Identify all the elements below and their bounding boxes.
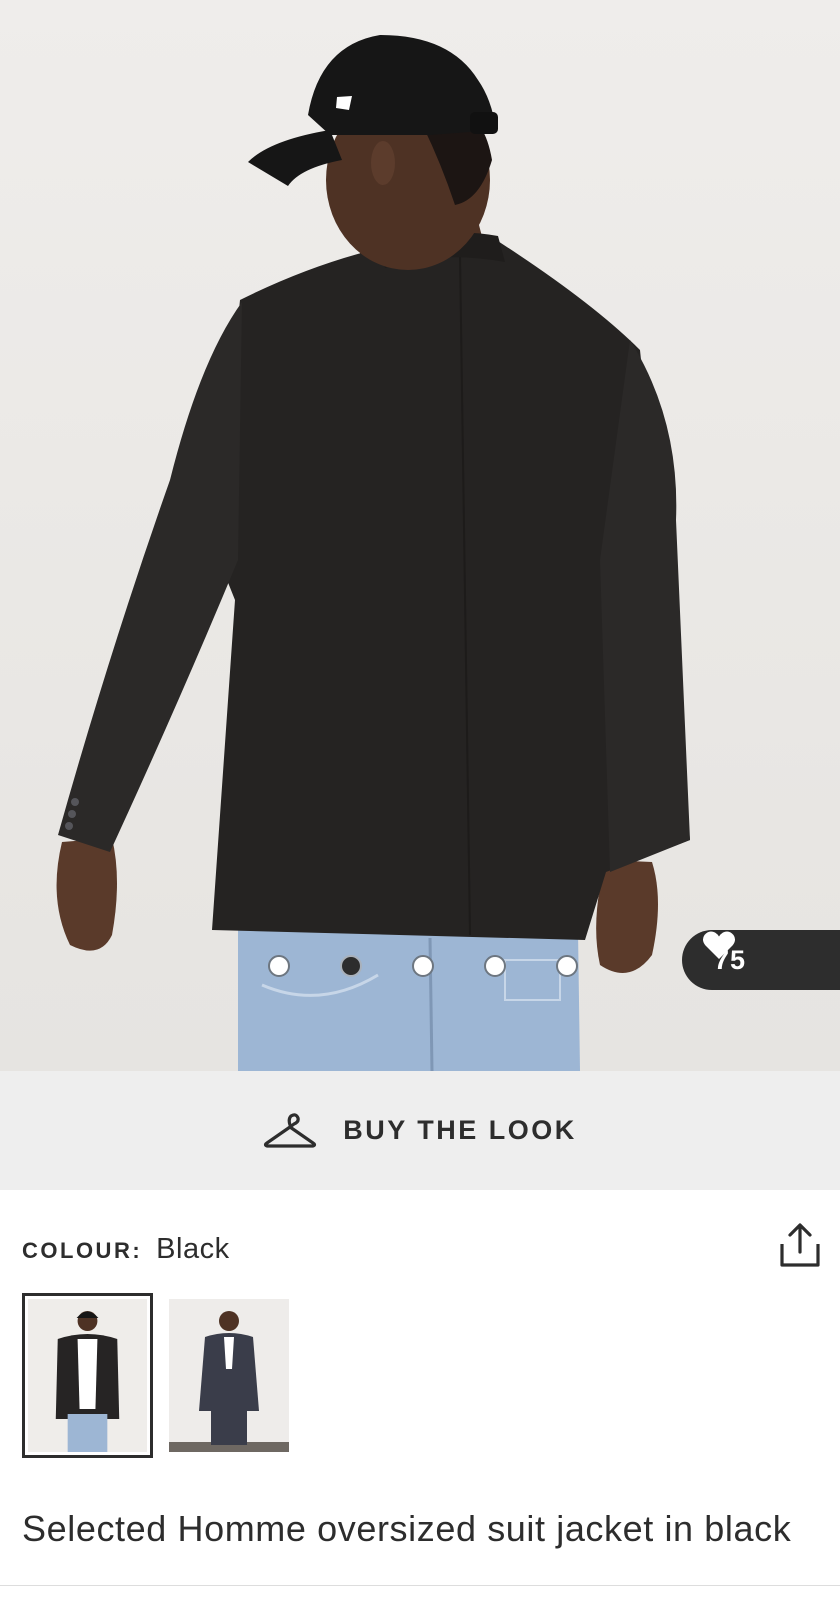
carousel-dot[interactable] bbox=[484, 955, 506, 977]
heart-icon bbox=[702, 931, 736, 959]
product-title: Selected Homme oversized suit jacket in … bbox=[22, 1508, 792, 1549]
hanger-icon bbox=[264, 1112, 317, 1148]
carousel-dot[interactable] bbox=[268, 955, 290, 977]
colour-swatch-selected[interactable] bbox=[22, 1293, 153, 1458]
model-back-view-illustration bbox=[56, 35, 690, 1071]
colour-selector-header: COLOUR: Black bbox=[22, 1233, 230, 1266]
carousel-dot[interactable] bbox=[556, 955, 578, 977]
buy-the-look-button[interactable]: BUY THE LOOK bbox=[0, 1071, 840, 1190]
swatch-thumbnail-black bbox=[28, 1299, 147, 1452]
colour-value: Black bbox=[156, 1233, 230, 1265]
image-carousel-dots bbox=[268, 953, 578, 979]
save-for-later-button[interactable]: 75 bbox=[682, 930, 840, 990]
swatch-thumbnail-navy bbox=[169, 1299, 289, 1452]
carousel-dot[interactable] bbox=[412, 955, 434, 977]
buy-the-look-label: BUY THE LOOK bbox=[343, 1115, 577, 1145]
colour-label: COLOUR: bbox=[22, 1238, 143, 1263]
colour-swatch-navy[interactable] bbox=[169, 1299, 289, 1452]
divider bbox=[0, 1585, 840, 1586]
product-image[interactable]: 75 bbox=[0, 0, 840, 1071]
share-icon[interactable] bbox=[779, 1222, 821, 1268]
carousel-dot-active[interactable] bbox=[340, 955, 362, 977]
